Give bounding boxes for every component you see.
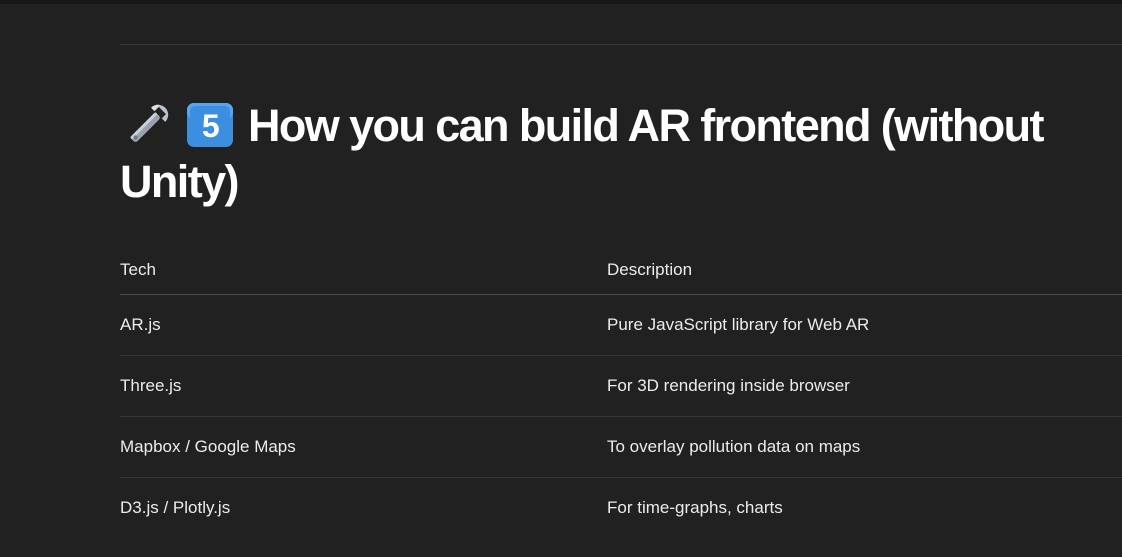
keycap-five-icon: 5	[186, 102, 234, 148]
heading-text: How you can build AR frontend (without U…	[120, 100, 1045, 207]
column-header-description: Description	[607, 260, 693, 279]
keycap-digit: 5	[202, 108, 219, 144]
section-heading: 5 How you can build AR frontend (without…	[120, 98, 1110, 210]
wrench-icon	[120, 101, 178, 147]
column-header-tech: Tech	[120, 260, 156, 279]
tech-cell: Three.js	[120, 376, 182, 395]
tech-cell: Mapbox / Google Maps	[120, 437, 296, 456]
table-header-row: Tech Description	[120, 242, 1122, 295]
table-row: Mapbox / Google Maps To overlay pollutio…	[120, 417, 1122, 478]
description-cell: To overlay pollution data on maps	[607, 437, 861, 456]
description-cell: Pure JavaScript library for Web AR	[607, 315, 870, 334]
section-divider	[120, 44, 1122, 45]
table-row: AR.js Pure JavaScript library for Web AR	[120, 295, 1122, 356]
description-cell: For 3D rendering inside browser	[607, 376, 850, 395]
table-row: D3.js / Plotly.js For time-graphs, chart…	[120, 478, 1122, 538]
tech-cell: AR.js	[120, 315, 161, 334]
description-cell: For time-graphs, charts	[607, 498, 783, 517]
table-row: Three.js For 3D rendering inside browser	[120, 356, 1122, 417]
tech-table: Tech Description AR.js Pure JavaScript l…	[120, 242, 1122, 538]
tech-cell: D3.js / Plotly.js	[120, 498, 231, 517]
top-edge-strip	[0, 0, 1122, 4]
